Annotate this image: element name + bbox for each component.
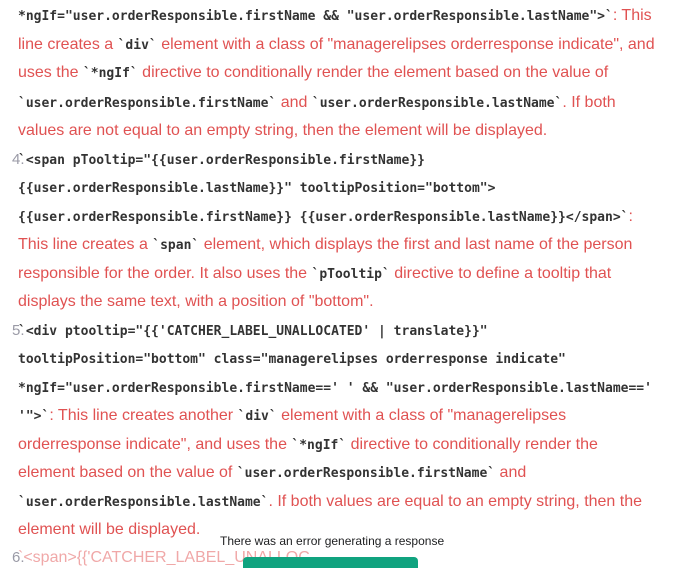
inline-code: `pTooltip` — [311, 267, 390, 282]
inline-code: `user.orderResponsible.firstName` — [236, 466, 496, 481]
inline-code: '">` — [18, 409, 50, 424]
response-text: orderresponse indicate", and uses the — [18, 436, 292, 453]
response-line: tooltipPosition="bottom" class="managere… — [18, 349, 566, 370]
error-message: There was an error generating a response — [220, 534, 445, 548]
response-text: . If both — [562, 94, 616, 111]
inline-code: `<div ptooltip="{{'CATCHER_LABEL_UNALLOC… — [18, 324, 488, 339]
inline-code: {{user.orderResponsible.firstName}} {{us… — [18, 210, 629, 225]
response-text: element based on the value of — [18, 464, 237, 481]
response-text: directive to conditionally render the — [346, 436, 598, 453]
inline-code: `div` — [237, 409, 277, 424]
list-number: 6. — [12, 549, 25, 566]
inline-code: `div` — [117, 38, 157, 53]
response-text: : This — [612, 7, 652, 24]
response-text: values are not equal to an empty string,… — [18, 122, 548, 139]
response-line: element will be displayed. — [18, 520, 200, 540]
inline-code: tooltipPosition="bottom" class="managere… — [18, 352, 566, 367]
inline-code: `user.orderResponsible.lastName` — [311, 96, 563, 111]
response-text: and — [495, 464, 527, 481]
response-line: element based on the value of `user.orde… — [18, 463, 526, 484]
inline-code: *ngIf="user.orderResponsible.firstName==… — [18, 381, 652, 396]
inline-code: `*ngIf` — [82, 66, 138, 81]
response-text: directive to conditionally render the el… — [137, 64, 609, 81]
response-line: `user.orderResponsible.lastName`. If bot… — [18, 492, 642, 513]
response-text: responsible for the order. It also uses … — [18, 265, 312, 282]
response-line: This line creates a `span` element, whic… — [18, 235, 632, 256]
response-text: line creates a — [18, 36, 118, 53]
response-text: displays the same text, with a position … — [18, 293, 374, 310]
response-line: 4. `<span pTooltip="{{user.orderResponsib… — [12, 150, 425, 171]
response-text: and — [276, 94, 312, 111]
response-line: '">`: This line creates another `div` el… — [18, 406, 566, 427]
response-line: 5. `<div ptooltip="{{'CATCHER_LABEL_UNALL… — [12, 321, 488, 342]
list-number: 5. — [12, 322, 25, 339]
response-text: directive to define a tooltip that — [389, 265, 612, 282]
list-number: 4. — [12, 151, 25, 168]
inline-code: `user.orderResponsible.firstName` — [18, 96, 277, 111]
response-text: element will be displayed. — [18, 521, 201, 538]
response-line: `user.orderResponsible.firstName` and `u… — [18, 93, 616, 114]
inline-code: `span` — [152, 238, 200, 253]
response-text: This line creates a — [18, 236, 153, 253]
response-line: *ngIf="user.orderResponsible.firstName==… — [18, 378, 652, 399]
response-line: {{user.orderResponsible.firstName}} {{us… — [18, 207, 633, 228]
response-line: responsible for the order. It also uses … — [18, 264, 611, 285]
response-line: uses the `*ngIf` directive to conditiona… — [18, 63, 608, 84]
inline-code: *ngIf="user.orderResponsible.firstName &… — [18, 9, 613, 24]
inline-code: `<span pTooltip="{{user.orderResponsible… — [18, 153, 425, 168]
response-line: values are not equal to an empty string,… — [18, 121, 547, 141]
response-line: line creates a `div` element with a clas… — [18, 35, 655, 56]
regenerate-response-button[interactable] — [243, 557, 418, 568]
response-text: element, which displays the first and la… — [199, 236, 633, 253]
response-text: uses the — [18, 64, 83, 81]
response-text: element with a class of "managerelipses — [276, 407, 567, 424]
inline-code: {{user.orderResponsible.lastName}}" tool… — [18, 181, 496, 196]
response-text: : This line creates another — [49, 407, 238, 424]
response-line: displays the same text, with a position … — [18, 292, 374, 312]
response-text: . If both values are equal to an empty s… — [268, 493, 643, 510]
response-line: *ngIf="user.orderResponsible.firstName &… — [18, 6, 652, 27]
response-text: element with a class of "managerelipses … — [156, 36, 655, 53]
response-line: {{user.orderResponsible.lastName}}" tool… — [18, 178, 495, 199]
response-text: : — [628, 208, 633, 225]
inline-code: `*ngIf` — [291, 438, 347, 453]
response-line: orderresponse indicate", and uses the `*… — [18, 435, 598, 456]
inline-code: `user.orderResponsible.lastName` — [18, 495, 269, 510]
